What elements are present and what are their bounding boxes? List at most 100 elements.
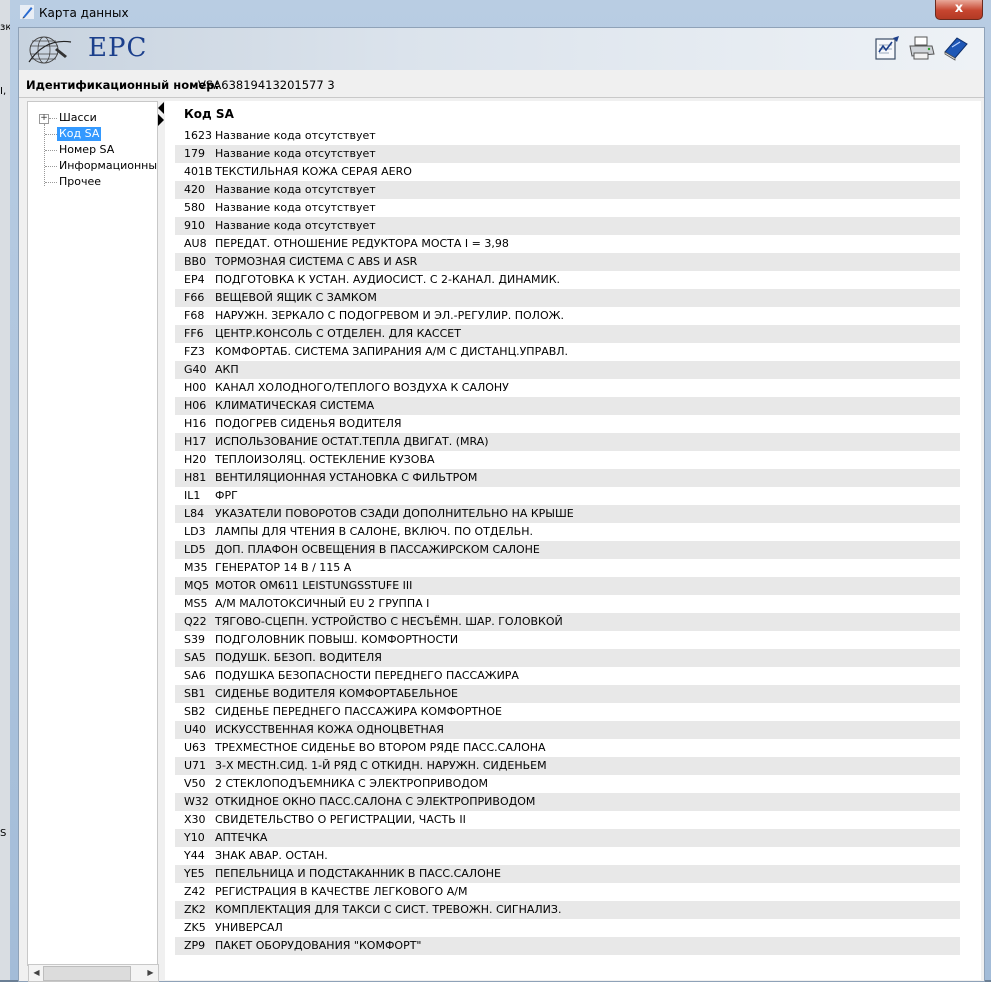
table-row[interactable]: EP4 ПОДГОТОВКА К УСТАН. АУДИОСИСТ. С 2-КА… xyxy=(175,271,960,289)
table-row[interactable]: Y10 АПТЕЧКА xyxy=(175,829,960,847)
table-row[interactable]: 179 Название кода отсутствует xyxy=(175,145,960,163)
table-row[interactable]: 910 Название кода отсутствует xyxy=(175,217,960,235)
sa-code: H81 xyxy=(184,471,207,484)
sa-description: КОМПЛЕКТАЦИЯ ДЛЯ ТАКСИ С СИСТ. ТРЕВОЖН. … xyxy=(215,903,562,916)
collapse-left-arrow-icon[interactable] xyxy=(158,102,164,114)
sa-description: АПТЕЧКА xyxy=(215,831,268,844)
table-row[interactable]: H16 ПОДОГРЕВ СИДЕНЬЯ ВОДИТЕЛЯ xyxy=(175,415,960,433)
sa-code: M35 xyxy=(184,561,208,574)
table-row[interactable]: MQ5 MOTOR OM611 LEISTUNGSSTUFE III xyxy=(175,577,960,595)
scroll-left-icon[interactable]: ◀ xyxy=(29,965,44,981)
sa-description: ИСКУССТВЕННАЯ КОЖА ОДНОЦВЕТНАЯ xyxy=(215,723,444,736)
close-button[interactable]: x xyxy=(935,0,983,20)
epc-logo-text: EPC xyxy=(88,33,148,63)
title-bar[interactable]: Карта данных x xyxy=(10,0,991,26)
sa-code: H06 xyxy=(184,399,207,412)
sa-code: AU8 xyxy=(184,237,207,250)
sa-description: ТОРМОЗНАЯ СИСТЕМА С ABS И ASR xyxy=(215,255,418,268)
table-row[interactable]: IL1 ФРГ xyxy=(175,487,960,505)
sa-code: LD3 xyxy=(184,525,206,538)
report-chart-icon[interactable] xyxy=(873,34,901,62)
table-row[interactable]: ZK5 УНИВЕРСАЛ xyxy=(175,919,960,937)
table-row[interactable]: Q22 ТЯГОВО-СЦЕПН. УСТРОЙСТВО С НЕСЪЁМН. Ш… xyxy=(175,613,960,631)
tree-item-chassis[interactable]: Шасси xyxy=(59,111,97,125)
table-row[interactable]: F68 НАРУЖН. ЗЕРКАЛО С ПОДОГРЕВОМ И ЭЛ.-РЕ… xyxy=(175,307,960,325)
table-row[interactable]: 420 Название кода отсутствует xyxy=(175,181,960,199)
tree-connector xyxy=(49,118,57,119)
table-row[interactable]: F66 ВЕЩЕВОЙ ЯЩИК С ЗАМКОМ xyxy=(175,289,960,307)
table-row[interactable]: ZP9 ПАКЕТ ОБОРУДОВАНИЯ "КОМФОРТ" xyxy=(175,937,960,955)
sa-description: ТЯГОВО-СЦЕПН. УСТРОЙСТВО С НЕСЪЁМН. ШАР.… xyxy=(215,615,563,628)
sa-description: АКП xyxy=(215,363,239,376)
table-row[interactable]: U63 ТРЕХМЕСТНОЕ СИДЕНЬЕ ВО ВТОРОМ РЯДЕ ПА… xyxy=(175,739,960,757)
table-row[interactable]: YE5 ПЕПЕЛЬНИЦА И ПОДСТАКАННИК В ПАСС.САЛО… xyxy=(175,865,960,883)
table-row[interactable]: W32 ОТКИДНОЕ ОКНО ПАСС.САЛОНА С ЭЛЕКТРОПР… xyxy=(175,793,960,811)
sa-description: ПАКЕТ ОБОРУДОВАНИЯ "КОМФОРТ" xyxy=(215,939,422,952)
sa-description: ГЕНЕРАТОР 14 В / 115 А xyxy=(215,561,352,574)
help-book-icon[interactable] xyxy=(941,34,969,62)
table-row[interactable]: 1623 Название кода отсутствует xyxy=(175,127,960,145)
scroll-thumb[interactable] xyxy=(43,966,131,981)
sa-code: G40 xyxy=(184,363,207,376)
table-row[interactable]: M35 ГЕНЕРАТОР 14 В / 115 А xyxy=(175,559,960,577)
tree-horizontal-scrollbar[interactable]: ◀ ▶ xyxy=(28,964,159,982)
sa-code: FF6 xyxy=(184,327,204,340)
table-row[interactable]: H20 ТЕПЛОИЗОЛЯЦ. ОСТЕКЛЕНИЕ КУЗОВА xyxy=(175,451,960,469)
table-row[interactable]: SA5 ПОДУШК. БЕЗОП. ВОДИТЕЛЯ xyxy=(175,649,960,667)
sa-description: ОТКИДНОЕ ОКНО ПАСС.САЛОНА С ЭЛЕКТРОПРИВО… xyxy=(215,795,536,808)
sa-code: H17 xyxy=(184,435,207,448)
navigation-tree: + Шасси Код SA Номер SA Информационный т… xyxy=(27,101,158,966)
sa-description: Название кода отсутствует xyxy=(215,219,376,232)
sa-code: S39 xyxy=(184,633,205,646)
table-row[interactable]: SA6 ПОДУШКА БЕЗОПАСНОСТИ ПЕРЕДНЕГО ПАССАЖ… xyxy=(175,667,960,685)
tree-item-info-text[interactable]: Информационный тек xyxy=(59,159,157,173)
table-row[interactable]: L84 УКАЗАТЕЛИ ПОВОРОТОВ СЗАДИ ДОПОЛНИТЕЛЬ… xyxy=(175,505,960,523)
table-row[interactable]: H81 ВЕНТИЛЯЦИОННАЯ УСТАНОВКА С ФИЛЬТРОМ xyxy=(175,469,960,487)
sa-description: Название кода отсутствует xyxy=(215,201,376,214)
tree-item-other[interactable]: Прочее xyxy=(59,175,101,189)
table-row[interactable]: ZK2 КОМПЛЕКТАЦИЯ ДЛЯ ТАКСИ С СИСТ. ТРЕВОЖ… xyxy=(175,901,960,919)
table-row[interactable]: SB2 СИДЕНЬЕ ПЕРЕДНЕГО ПАССАЖИРА КОМФОРТНО… xyxy=(175,703,960,721)
table-row[interactable]: X30 СВИДЕТЕЛЬСТВО О РЕГИСТРАЦИИ, ЧАСТЬ II xyxy=(175,811,960,829)
sa-code: Z42 xyxy=(184,885,206,898)
scroll-right-icon[interactable]: ▶ xyxy=(143,965,158,981)
table-row[interactable]: BB0 ТОРМОЗНАЯ СИСТЕМА С ABS И ASR xyxy=(175,253,960,271)
printer-icon[interactable] xyxy=(907,34,935,62)
table-row[interactable]: U71 3-Х МЕСТН.СИД. 1-Й РЯД С ОТКИДН. НАРУ… xyxy=(175,757,960,775)
table-row[interactable]: G40 АКП xyxy=(175,361,960,379)
table-row[interactable]: MS5 А/М МАЛОТОКСИЧНЫЙ EU 2 ГРУППА I xyxy=(175,595,960,613)
table-row[interactable]: Y44 ЗНАК АВАР. ОСТАН. xyxy=(175,847,960,865)
sa-code: 910 xyxy=(184,219,205,232)
table-row[interactable]: LD3 ЛАМПЫ ДЛЯ ЧТЕНИЯ В САЛОНЕ, ВКЛЮЧ. ПО … xyxy=(175,523,960,541)
tree-item-sa-number[interactable]: Номер SA xyxy=(59,143,114,157)
sa-code: H00 xyxy=(184,381,207,394)
table-row[interactable]: SB1 СИДЕНЬЕ ВОДИТЕЛЯ КОМФОРТАБЕЛЬНОЕ xyxy=(175,685,960,703)
table-row[interactable]: V50 2 СТЕКЛОПОДЪЕМНИКА С ЭЛЕКТРОПРИВОДОМ xyxy=(175,775,960,793)
table-row[interactable]: 401B ТЕКСТИЛЬНАЯ КОЖА СЕРАЯ AERO xyxy=(175,163,960,181)
sa-code: LD5 xyxy=(184,543,206,556)
sa-code: FZ3 xyxy=(184,345,205,358)
sa-code: YE5 xyxy=(184,867,205,880)
tree-connector xyxy=(45,134,57,135)
table-row[interactable]: Z42 РЕГИСТРАЦИЯ В КАЧЕСТВЕ ЛЕГКОВОГО А/М xyxy=(175,883,960,901)
table-row[interactable]: FZ3 КОМФОРТАБ. СИСТЕМА ЗАПИРАНИЯ А/М С ДИ… xyxy=(175,343,960,361)
ident-value: VSA63819413201577 3 xyxy=(198,78,335,92)
identification-row: Идентификационный номер: VSA638194132015… xyxy=(19,71,984,98)
table-row[interactable]: FF6 ЦЕНТР.КОНСОЛЬ С ОТДЕЛЕН. ДЛЯ КАССЕТ xyxy=(175,325,960,343)
epc-header: EPC xyxy=(19,28,984,70)
table-row[interactable]: H00 КАНАЛ ХОЛОДНОГО/ТЕПЛОГО ВОЗДУХА К САЛ… xyxy=(175,379,960,397)
sa-description: ПЕПЕЛЬНИЦА И ПОДСТАКАННИК В ПАСС.САЛОНЕ xyxy=(215,867,501,880)
expand-right-arrow-icon[interactable] xyxy=(158,114,164,126)
sa-description: ИСПОЛЬЗОВАНИЕ ОСТАТ.ТЕПЛА ДВИГАТ. (MRA) xyxy=(215,435,489,448)
sa-code: U40 xyxy=(184,723,207,736)
table-row[interactable]: U40 ИСКУССТВЕННАЯ КОЖА ОДНОЦВЕТНАЯ xyxy=(175,721,960,739)
table-row[interactable]: H06 КЛИМАТИЧЕСКАЯ СИСТЕМА xyxy=(175,397,960,415)
table-row[interactable]: 580 Название кода отсутствует xyxy=(175,199,960,217)
expand-plus-icon[interactable]: + xyxy=(39,114,49,124)
tree-item-sa-code[interactable]: Код SA xyxy=(57,127,102,141)
sa-code: BB0 xyxy=(184,255,207,268)
table-row[interactable]: H17 ИСПОЛЬЗОВАНИЕ ОСТАТ.ТЕПЛА ДВИГАТ. (MR… xyxy=(175,433,960,451)
table-row[interactable]: S39 ПОДГОЛОВНИК ПОВЫШ. КОМФОРТНОСТИ xyxy=(175,631,960,649)
table-row[interactable]: AU8 ПЕРЕДАТ. ОТНОШЕНИЕ РЕДУКТОРА МОСТА I … xyxy=(175,235,960,253)
table-row[interactable]: LD5 ДОП. ПЛАФОН ОСВЕЩЕНИЯ В ПАССАЖИРСКОМ … xyxy=(175,541,960,559)
